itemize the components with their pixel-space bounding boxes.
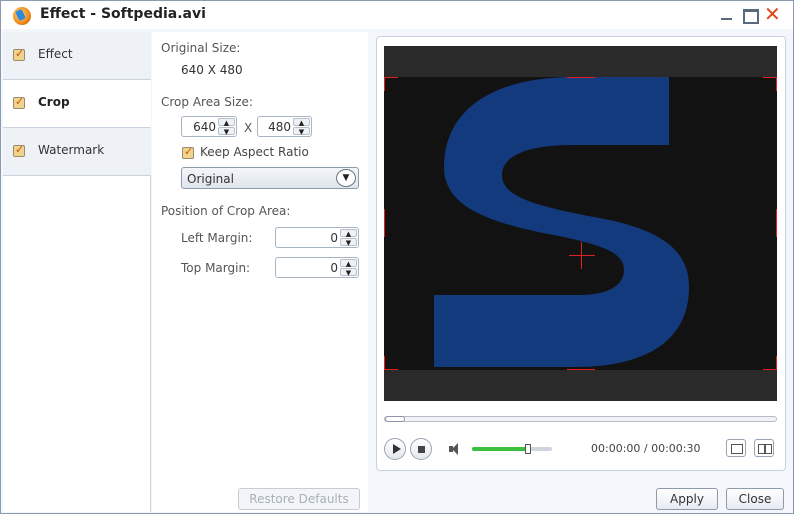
chevron-up-icon[interactable]: ▲ (293, 118, 310, 127)
watermark-checkbox[interactable] (13, 143, 25, 157)
preview-panel: 00:00:00 / 00:00:30 (376, 36, 786, 471)
maximize-icon[interactable] (742, 7, 759, 24)
keep-aspect-ratio-checkbox[interactable] (182, 145, 194, 159)
volume-handle[interactable] (525, 444, 531, 454)
chevron-down-icon[interactable]: ▼ (218, 127, 235, 136)
aspect-ratio-value: Original (187, 172, 234, 186)
stop-button[interactable] (410, 438, 432, 460)
title-bar: Effect - Softpedia.avi ✕ (1, 1, 793, 29)
keep-aspect-ratio-label: Keep Aspect Ratio (200, 145, 309, 159)
crop-checkbox[interactable] (13, 95, 25, 109)
crop-center-crosshair (581, 242, 582, 269)
crop-area-size-label: Crop Area Size: (161, 95, 253, 109)
crop-corner-mark (384, 77, 398, 78)
close-icon[interactable]: ✕ (764, 4, 781, 24)
window-title: Effect - Softpedia.avi (40, 6, 206, 22)
crop-corner-mark (776, 356, 777, 370)
sidebar-item-watermark[interactable]: Watermark (3, 128, 151, 176)
app-icon (13, 7, 31, 25)
crop-settings-panel: Original Size: 640 X 480 Crop Area Size:… (152, 32, 368, 512)
sidebar-item-label: Effect (38, 47, 73, 61)
crop-corner-mark (384, 356, 385, 370)
sidebar-item-crop[interactable]: Crop (3, 80, 151, 128)
spinner-arrows[interactable]: ▲ ▼ (293, 118, 310, 136)
seek-bar[interactable] (384, 416, 777, 422)
original-size-value: 640 X 480 (181, 63, 243, 77)
minimize-icon[interactable] (719, 7, 735, 23)
chevron-down-icon[interactable]: ▼ (293, 127, 310, 136)
sidebar-item-label: Crop (38, 95, 70, 109)
crop-corner-mark (763, 369, 777, 370)
crop-corner-mark (776, 77, 777, 91)
crop-edge-handle[interactable] (567, 369, 595, 370)
crop-height-value: 480 (268, 120, 291, 134)
volume-icon[interactable] (449, 443, 465, 455)
left-margin-spinner[interactable]: 0 ▲ ▼ (275, 227, 359, 248)
spinner-arrows[interactable]: ▲ ▼ (340, 259, 357, 277)
close-button[interactable]: Close (726, 488, 784, 510)
crop-edge-handle[interactable] (776, 209, 777, 237)
left-margin-value: 0 (330, 231, 338, 245)
s-logo (434, 77, 689, 367)
top-margin-spinner[interactable]: 0 ▲ ▼ (275, 257, 359, 278)
crop-center-crosshair (569, 255, 595, 256)
chevron-down-icon[interactable]: ▼ (340, 238, 357, 247)
crop-corner-mark (384, 369, 398, 370)
chevron-up-icon[interactable]: ▲ (218, 118, 235, 127)
sidebar-item-effect[interactable]: Effect (3, 32, 151, 80)
split-view-icon[interactable] (754, 439, 774, 457)
aspect-ratio-dropdown[interactable]: Original ▼ (181, 167, 359, 189)
crop-height-spinner[interactable]: 480 ▲ ▼ (257, 116, 312, 137)
apply-button[interactable]: Apply (656, 488, 718, 510)
volume-slider[interactable] (472, 444, 552, 454)
crop-edge-handle[interactable] (567, 77, 595, 78)
volume-level-fill (472, 447, 528, 451)
chevron-up-icon[interactable]: ▲ (340, 259, 357, 268)
left-margin-label: Left Margin: (181, 231, 253, 245)
chevron-up-icon[interactable]: ▲ (340, 229, 357, 238)
size-separator: X (244, 121, 253, 135)
crop-width-value: 640 (193, 120, 216, 134)
chevron-down-icon[interactable]: ▼ (340, 268, 357, 277)
crop-corner-mark (763, 77, 777, 78)
sidebar-item-label: Watermark (38, 143, 105, 157)
crop-corner-mark (384, 77, 385, 91)
spinner-arrows[interactable]: ▲ ▼ (340, 229, 357, 247)
video-preview[interactable] (384, 46, 777, 401)
crop-edge-handle[interactable] (384, 209, 385, 237)
play-button[interactable] (384, 438, 406, 460)
time-readout: 00:00:00 / 00:00:30 (591, 442, 701, 455)
single-view-icon[interactable] (726, 439, 746, 457)
effect-sidebar: Effect Crop Watermark (3, 32, 151, 512)
original-size-label: Original Size: (161, 41, 241, 55)
crop-width-spinner[interactable]: 640 ▲ ▼ (181, 116, 237, 137)
effect-checkbox[interactable] (13, 47, 25, 61)
top-margin-label: Top Margin: (181, 261, 251, 275)
video-frame (384, 77, 777, 370)
position-of-crop-area-label: Position of Crop Area: (161, 204, 291, 218)
effect-window: Effect - Softpedia.avi ✕ Effect Crop Wat… (0, 0, 794, 514)
restore-defaults-button[interactable]: Restore Defaults (238, 488, 360, 510)
chevron-down-icon[interactable]: ▼ (336, 169, 356, 187)
softpedia-logo-frame (434, 77, 689, 367)
top-margin-value: 0 (330, 261, 338, 275)
spinner-arrows[interactable]: ▲ ▼ (218, 118, 235, 136)
seek-handle[interactable] (385, 416, 405, 422)
